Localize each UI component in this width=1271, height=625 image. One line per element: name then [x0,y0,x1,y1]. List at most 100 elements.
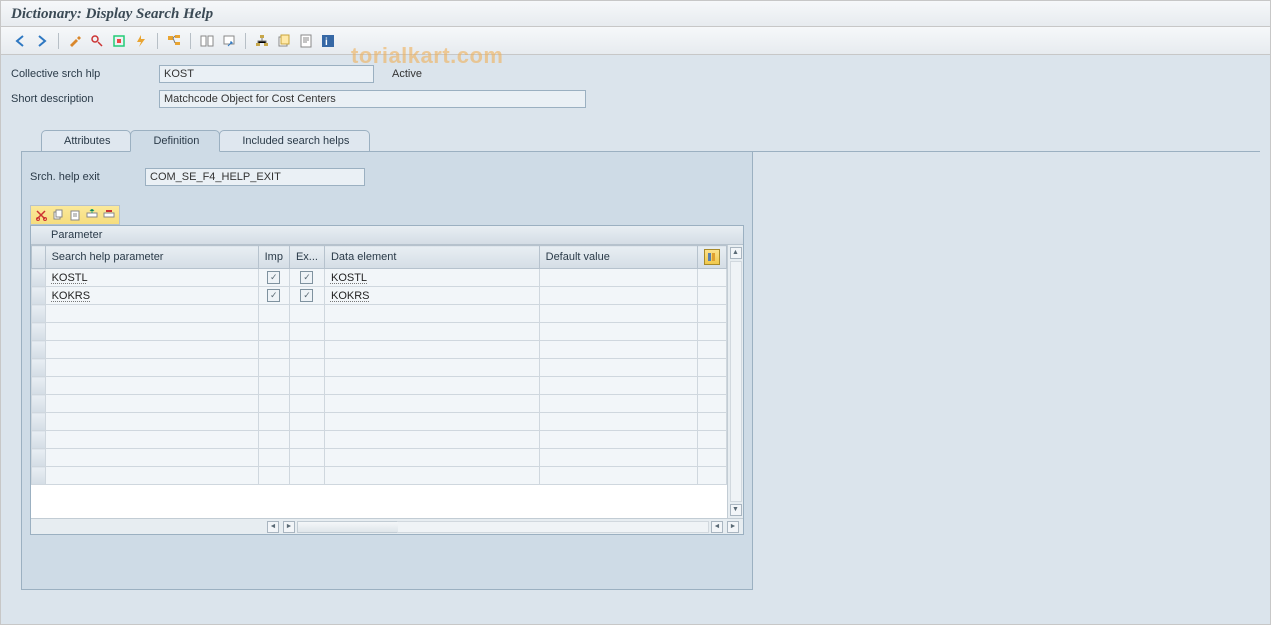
cell-data-element[interactable] [324,395,539,413]
cell-imp[interactable] [258,449,289,467]
cell-param[interactable]: KOSTL [45,269,258,287]
cell-param[interactable] [45,305,258,323]
cell-default[interactable] [539,323,697,341]
cut-icon[interactable] [33,207,49,223]
cell-imp[interactable] [258,323,289,341]
table-row[interactable] [32,377,727,395]
row-handle[interactable] [32,287,46,305]
cell-ex[interactable] [289,449,324,467]
cell-data-element[interactable]: KOKRS [324,287,539,305]
col-data-element[interactable]: Data element [324,246,539,269]
row-handle[interactable] [32,449,46,467]
cell-data-element[interactable] [324,413,539,431]
row-handle[interactable] [32,359,46,377]
scroll-track[interactable] [730,261,742,502]
cell-ex[interactable] [289,341,324,359]
cell-param[interactable] [45,431,258,449]
cell-param[interactable] [45,467,258,485]
check-icon[interactable] [110,32,128,50]
delete-row-icon[interactable] [101,207,117,223]
cell-data-element[interactable] [324,449,539,467]
back-arrow-icon[interactable] [11,32,29,50]
row-handle[interactable] [32,305,46,323]
cell-default[interactable] [539,359,697,377]
checkbox-icon[interactable] [267,271,280,284]
cell-param[interactable] [45,395,258,413]
cell-ex[interactable] [289,395,324,413]
cell-ex[interactable] [289,287,324,305]
cell-param[interactable]: KOKRS [45,287,258,305]
cell-param[interactable] [45,413,258,431]
scroll-right-icon[interactable]: ► [727,521,739,533]
cell-imp[interactable] [258,359,289,377]
cell-ex[interactable] [289,467,324,485]
col-imp[interactable]: Imp [258,246,289,269]
cell-ex[interactable] [289,413,324,431]
version-icon[interactable] [275,32,293,50]
table-row[interactable] [32,395,727,413]
scroll-up-icon[interactable]: ▲ [730,247,742,259]
table-row[interactable] [32,323,727,341]
copy-icon[interactable] [50,207,66,223]
cell-data-element[interactable] [324,467,539,485]
table-row[interactable] [32,467,727,485]
cell-param[interactable] [45,449,258,467]
scroll-down-icon[interactable]: ▼ [730,504,742,516]
activate-icon[interactable] [132,32,150,50]
insert-row-icon[interactable] [84,207,100,223]
cell-param[interactable] [45,377,258,395]
forward-arrow-icon[interactable] [33,32,51,50]
collective-field[interactable]: KOST [159,65,374,83]
paste-icon[interactable] [67,207,83,223]
cell-default[interactable] [539,413,697,431]
cell-ex[interactable] [289,305,324,323]
object-list-icon[interactable] [198,32,216,50]
cell-default[interactable] [539,305,697,323]
documentation-icon[interactable] [297,32,315,50]
table-row[interactable] [32,431,727,449]
cell-data-element[interactable] [324,359,539,377]
cell-data-element[interactable] [324,341,539,359]
tab-included-search-helps[interactable]: Included search helps [219,130,370,151]
cell-default[interactable] [539,449,697,467]
display-change-icon[interactable] [66,32,84,50]
table-row[interactable]: KOSTL KOSTL [32,269,727,287]
cell-imp[interactable] [258,395,289,413]
cell-imp[interactable] [258,431,289,449]
cell-imp[interactable] [258,305,289,323]
checkbox-icon[interactable] [300,289,313,302]
col-configure[interactable] [697,246,726,269]
navigation-icon[interactable] [220,32,238,50]
cell-param[interactable] [45,323,258,341]
table-row[interactable] [32,341,727,359]
cell-default[interactable] [539,467,697,485]
hierarchy-icon[interactable] [253,32,271,50]
scroll-right-inner-icon[interactable]: ► [283,521,295,533]
cell-imp[interactable] [258,287,289,305]
cell-imp[interactable] [258,467,289,485]
row-handle[interactable] [32,323,46,341]
col-default-value[interactable]: Default value [539,246,697,269]
table-row[interactable] [32,359,727,377]
table-row[interactable] [32,413,727,431]
row-handle[interactable] [32,341,46,359]
cell-default[interactable] [539,269,697,287]
cell-default[interactable] [539,395,697,413]
cell-param[interactable] [45,359,258,377]
help-icon[interactable]: i [319,32,337,50]
cell-data-element[interactable] [324,323,539,341]
other-object-icon[interactable] [88,32,106,50]
row-handle[interactable] [32,413,46,431]
horizontal-scrollbar[interactable]: ◄ ► ◄ ► [31,518,743,534]
cell-data-element[interactable]: KOSTL [324,269,539,287]
cell-param[interactable] [45,341,258,359]
table-row[interactable] [32,305,727,323]
where-used-icon[interactable] [165,32,183,50]
row-handle[interactable] [32,377,46,395]
cell-ex[interactable] [289,359,324,377]
cell-imp[interactable] [258,413,289,431]
checkbox-icon[interactable] [267,289,280,302]
scroll-left-icon[interactable]: ◄ [267,521,279,533]
cell-data-element[interactable] [324,431,539,449]
cell-default[interactable] [539,341,697,359]
